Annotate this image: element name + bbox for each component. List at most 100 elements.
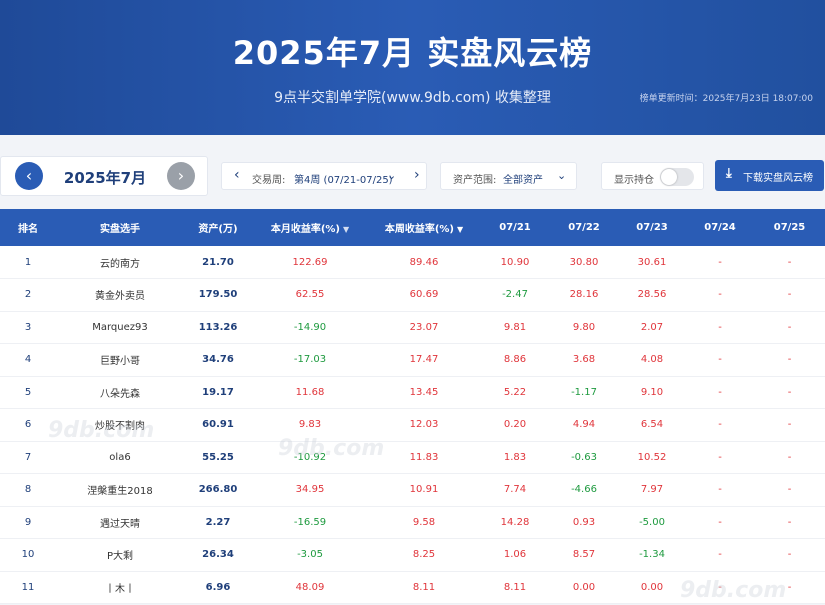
cell-day-1: 1.06 xyxy=(503,549,527,561)
cell-player-name[interactable]: 丨木丨 xyxy=(56,571,184,604)
cell-day-5: - xyxy=(787,516,792,528)
cell-player-name[interactable]: 黄金外卖员 xyxy=(56,279,184,312)
show-holdings-toggle[interactable] xyxy=(660,168,694,186)
cell-day-3: 0.00 xyxy=(640,581,664,593)
chevron-left-icon[interactable]: ‹ xyxy=(234,167,240,183)
table-row[interactable]: 8 涅槃重生2018 266.80 34.95 10.91 7.74 -4.66 7.97 - - xyxy=(0,474,825,507)
cell-week-return: 9.58 xyxy=(412,516,436,528)
cell-assets: 55.25 xyxy=(202,451,234,463)
asset-range-value: 全部资产 xyxy=(503,175,543,186)
cell-rank: 11 xyxy=(21,581,35,593)
cell-day-5: - xyxy=(787,321,792,333)
cell-week-return: 8.25 xyxy=(412,549,436,561)
page-title: 2025年7月 实盘风云榜 xyxy=(232,34,593,72)
cell-month-return: -14.90 xyxy=(293,321,327,333)
cell-player-name[interactable]: 涅槃重生2018 xyxy=(56,474,184,507)
cell-rank: 1 xyxy=(24,256,32,268)
col-header-day-5: 07/25 xyxy=(773,222,806,233)
cell-day-3: 2.07 xyxy=(640,321,664,333)
download-button[interactable]: ⤓ 下载实盘风云榜 xyxy=(715,160,824,191)
sort-down-icon[interactable]: ▼ xyxy=(457,225,463,234)
chevron-down-icon: ⌄ xyxy=(557,169,567,182)
cell-day-2: -0.63 xyxy=(571,451,597,463)
cell-rank: 2 xyxy=(24,289,32,301)
cell-day-2: 30.80 xyxy=(569,256,599,268)
cell-rank: 5 xyxy=(24,386,32,398)
cell-day-1: 1.83 xyxy=(503,451,527,463)
cell-month-return: -10.92 xyxy=(293,451,327,463)
cell-day-3: -5.00 xyxy=(639,516,665,528)
cell-day-1: 7.74 xyxy=(503,484,527,496)
cell-player-name[interactable]: ola6 xyxy=(56,441,184,474)
cell-day-1: 8.11 xyxy=(503,581,527,593)
table-row[interactable]: 11 丨木丨 6.96 48.09 8.11 8.11 0.00 0.00 - - xyxy=(0,571,825,604)
cell-day-1: 10.90 xyxy=(500,256,530,268)
cell-month-return: 9.83 xyxy=(298,419,322,431)
cell-rank: 4 xyxy=(24,354,32,366)
toolbar: ‹ 2025年7月 › ‹ 交易周: 第4周 (07/21-07/25) ⌄ ›… xyxy=(0,135,825,209)
table-row[interactable]: 10 P大剩 26.34 -3.05 8.25 1.06 8.57 -1.34 - - xyxy=(0,539,825,572)
table-row[interactable]: 3 Marquez93 113.26 -14.90 23.07 9.81 9.80 2.07 -… xyxy=(0,311,825,344)
asset-range-select[interactable]: 资产范围: 全部资产 ⌄ xyxy=(440,162,577,190)
prev-month-button[interactable]: ‹ xyxy=(15,162,43,190)
cell-player-name[interactable]: 炒股不割肉 xyxy=(56,409,184,442)
cell-player-name[interactable]: 巨野小哥 xyxy=(56,344,184,377)
cell-day-2: 0.93 xyxy=(572,516,596,528)
table-row[interactable]: 2 黄金外卖员 179.50 62.55 60.69 -2.47 28.16 28.56 - - xyxy=(0,279,825,312)
table-row[interactable]: 4 巨野小哥 34.76 -17.03 17.47 8.86 3.68 4.08 - - xyxy=(0,344,825,377)
cell-month-return: 48.09 xyxy=(295,581,325,593)
table-row[interactable]: 6 炒股不割肉 60.91 9.83 12.03 0.20 4.94 6.54 - - xyxy=(0,409,825,442)
show-holdings-label: 显示持仓 xyxy=(614,175,654,186)
col-header-week-return[interactable]: 本周收益率(%) ▼ xyxy=(368,209,480,246)
cell-day-2: 0.00 xyxy=(572,581,596,593)
cell-assets: 60.91 xyxy=(202,419,234,431)
cell-day-5: - xyxy=(787,451,792,463)
cell-player-name[interactable]: 遇过天晴 xyxy=(56,506,184,539)
cell-day-1: 0.20 xyxy=(503,419,527,431)
cell-day-2: 9.80 xyxy=(572,321,596,333)
cell-day-3: 4.08 xyxy=(640,354,664,366)
cell-week-return: 11.83 xyxy=(409,451,439,463)
cell-rank: 6 xyxy=(24,419,32,431)
sort-down-icon[interactable]: ▼ xyxy=(343,225,349,234)
cell-day-1: -2.47 xyxy=(502,289,528,301)
cell-day-3: 28.56 xyxy=(637,289,667,301)
cell-week-return: 23.07 xyxy=(409,321,439,333)
col-header-day-4: 07/24 xyxy=(704,222,736,233)
cell-player-name[interactable]: P大剩 xyxy=(56,539,184,572)
cell-day-3: 10.52 xyxy=(637,451,667,463)
download-icon: ⤓ xyxy=(726,166,732,181)
cell-player-name[interactable]: 八朵先森 xyxy=(56,376,184,409)
download-button-label: 下载实盘风云榜 xyxy=(743,173,813,184)
cell-day-4: - xyxy=(718,386,722,398)
cell-week-return: 17.47 xyxy=(409,354,439,366)
cell-month-return: 11.68 xyxy=(295,386,325,398)
cell-month-return: 34.95 xyxy=(295,484,325,496)
cell-player-name[interactable]: Marquez93 xyxy=(56,311,184,344)
col-header-day-3: 07/23 xyxy=(636,222,668,233)
cell-day-2: 28.16 xyxy=(569,289,599,301)
next-month-button[interactable]: › xyxy=(167,162,195,190)
cell-day-4: - xyxy=(718,484,722,496)
table-row[interactable]: 1 云的南方 21.70 122.69 89.46 10.90 30.80 30.61 - - xyxy=(0,246,825,279)
table-row[interactable]: 9 遇过天晴 2.27 -16.59 9.58 14.28 0.93 -5.00 - - xyxy=(0,506,825,539)
cell-player-name[interactable]: 云的南方 xyxy=(56,246,184,279)
table-body: 1 云的南方 21.70 122.69 89.46 10.90 30.80 30.61 - - 2 黄… xyxy=(0,246,825,604)
week-return-label: 本周收益率(%) xyxy=(384,224,454,235)
col-header-day-1: 07/21 xyxy=(499,222,531,233)
cell-day-5: - xyxy=(787,386,792,398)
asset-range-label: 资产范围: xyxy=(453,175,497,186)
cell-month-return: 62.55 xyxy=(295,289,325,301)
week-select-label: 交易周: xyxy=(252,175,286,186)
cell-day-2: 8.57 xyxy=(572,549,596,561)
chevron-left-icon: ‹ xyxy=(25,166,33,185)
cell-day-4: - xyxy=(718,451,722,463)
week-select[interactable]: ‹ 交易周: 第4周 (07/21-07/25) ⌄ › xyxy=(221,162,427,190)
col-header-month-return[interactable]: 本月收益率(%) ▼ xyxy=(252,209,368,246)
table-row[interactable]: 5 八朵先森 19.17 11.68 13.45 5.22 -1.17 9.10 - - xyxy=(0,376,825,409)
cell-day-4: - xyxy=(718,256,722,268)
table-row[interactable]: 7 ola6 55.25 -10.92 11.83 1.83 -0.63 10.52 - - xyxy=(0,441,825,474)
cell-assets: 113.26 xyxy=(198,321,238,333)
col-header-rank: 排名 xyxy=(18,224,38,235)
chevron-right-icon[interactable]: › xyxy=(414,167,420,183)
